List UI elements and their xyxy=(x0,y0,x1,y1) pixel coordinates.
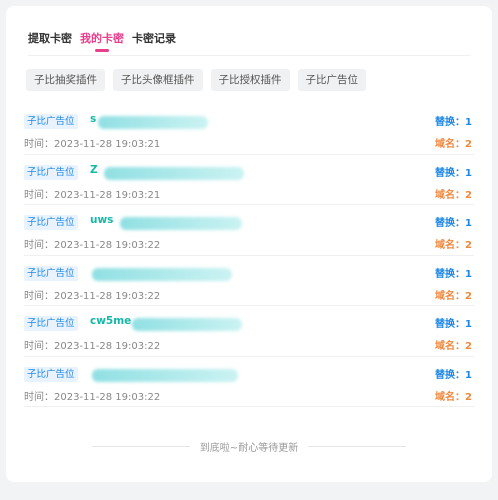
list-item: 子比广告位 uws 时间：2023-11-28 19:03:22 替换：1 域名… xyxy=(24,205,474,256)
replace-count: 替换：1 xyxy=(435,319,472,330)
record-time: 时间：2023-11-28 19:03:22 xyxy=(24,341,161,352)
domain-count: 域名：2 xyxy=(435,189,472,201)
end-of-list-footer: 到底啦~耐心等待更新 xyxy=(92,439,407,454)
filter-license-plugin[interactable]: 子比授权插件 xyxy=(210,69,290,91)
card-code[interactable]: cw5me xyxy=(90,315,131,327)
record-time: 时间：2023-11-28 19:03:21 xyxy=(24,189,161,201)
plugin-tag: 子比广告位 xyxy=(24,114,78,129)
plugin-tag: 子比广告位 xyxy=(24,164,78,180)
list-item: 子比广告位 cw5me 时间：2023-11-28 19:03:22 替换：1 … xyxy=(24,306,474,357)
list-item: 子比广告位 时间：2023-11-28 19:03:22 替换：1 域名：2 xyxy=(24,256,474,306)
card-code[interactable]: Z xyxy=(90,164,98,176)
replace-count: 替换：1 xyxy=(435,218,472,229)
plugin-tag: 子比广告位 xyxy=(24,316,78,331)
redacted-code xyxy=(98,116,208,129)
domain-count: 域名：2 xyxy=(435,391,472,403)
filter-lottery-plugin[interactable]: 子比抽奖插件 xyxy=(26,69,105,91)
redacted-code xyxy=(92,267,232,281)
domain-count: 域名：2 xyxy=(435,139,472,150)
filter-avatar-frame-plugin[interactable]: 子比头像框插件 xyxy=(113,69,203,91)
replace-count: 替换：1 xyxy=(435,268,472,280)
record-time: 时间：2023-11-28 19:03:21 xyxy=(24,139,161,150)
footer-divider-right xyxy=(308,446,407,447)
replace-count: 替换：1 xyxy=(435,369,472,381)
filter-ad-slot[interactable]: 子比广告位 xyxy=(297,69,366,91)
card-code[interactable]: uws xyxy=(90,214,113,226)
replace-count: 替换：1 xyxy=(435,167,472,179)
replace-count: 替换：1 xyxy=(435,117,472,128)
record-time: 时间：2023-11-28 19:03:22 xyxy=(24,391,161,403)
redacted-code xyxy=(92,368,238,382)
domain-count: 域名：2 xyxy=(435,290,472,302)
redacted-code xyxy=(104,166,244,180)
list-item: 子比广告位 s 时间：2023-11-28 19:03:21 替换：1 域名：2 xyxy=(24,104,474,155)
list-item: 子比广告位 Z 时间：2023-11-28 19:03:21 替换：1 域名：2 xyxy=(24,155,474,205)
card-code[interactable]: s xyxy=(90,113,96,125)
tabs-divider xyxy=(28,55,470,56)
card-record-list: 子比广告位 s 时间：2023-11-28 19:03:21 替换：1 域名：2… xyxy=(24,104,474,407)
cards-panel: 提取卡密 我的卡密 卡密记录 子比抽奖插件 子比头像框插件 子比授权插件 子比广… xyxy=(6,6,492,482)
redacted-code xyxy=(132,318,242,331)
tab-extract-card[interactable]: 提取卡密 xyxy=(28,30,72,46)
tab-bar: 提取卡密 我的卡密 卡密记录 xyxy=(28,30,176,52)
tab-my-cards[interactable]: 我的卡密 xyxy=(80,30,124,52)
domain-count: 域名：2 xyxy=(435,341,472,352)
plugin-tag: 子比广告位 xyxy=(24,366,78,382)
record-time: 时间：2023-11-28 19:03:22 xyxy=(24,290,161,302)
end-of-list-text: 到底啦~耐心等待更新 xyxy=(199,443,299,454)
list-item: 子比广告位 时间：2023-11-28 19:03:22 替换：1 域名：2 xyxy=(24,357,474,407)
record-time: 时间：2023-11-28 19:03:22 xyxy=(24,240,161,251)
footer-divider-left xyxy=(92,446,190,447)
plugin-tag: 子比广告位 xyxy=(24,265,78,281)
plugin-filter-bar: 子比抽奖插件 子比头像框插件 子比授权插件 子比广告位 xyxy=(26,69,366,91)
redacted-code xyxy=(120,217,242,230)
tab-card-records[interactable]: 卡密记录 xyxy=(132,30,176,46)
plugin-tag: 子比广告位 xyxy=(24,215,78,230)
domain-count: 域名：2 xyxy=(435,240,472,251)
